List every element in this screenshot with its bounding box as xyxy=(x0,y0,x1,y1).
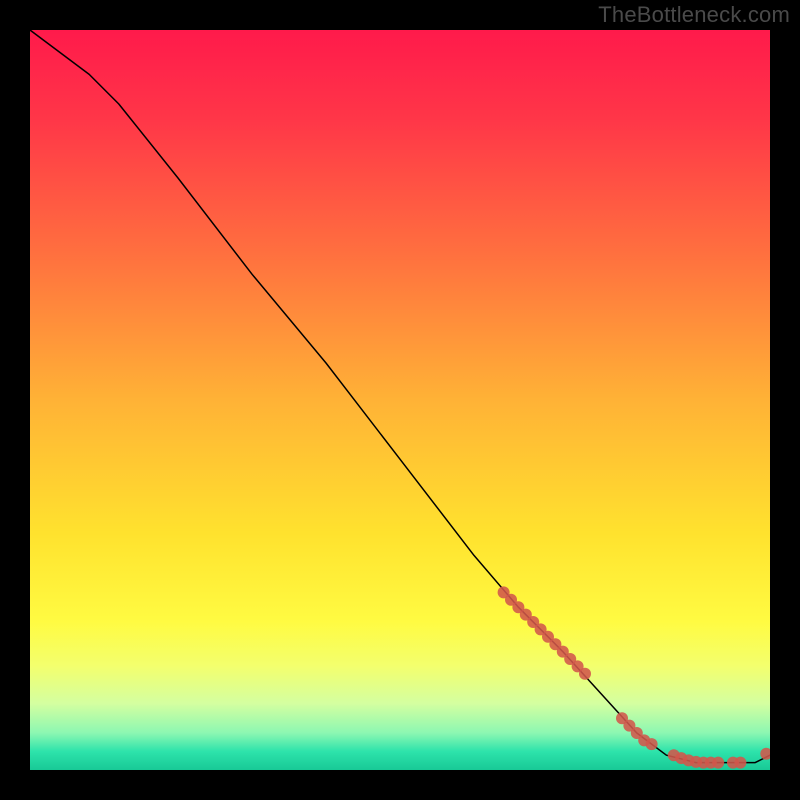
highlight-point xyxy=(734,757,746,769)
plot-area xyxy=(30,30,770,770)
highlight-point xyxy=(579,668,591,680)
highlight-point xyxy=(712,757,724,769)
chart-svg xyxy=(30,30,770,770)
chart-frame: TheBottleneck.com xyxy=(0,0,800,800)
highlight-point xyxy=(646,738,658,750)
gradient-background xyxy=(30,30,770,770)
watermark-text: TheBottleneck.com xyxy=(598,2,790,28)
